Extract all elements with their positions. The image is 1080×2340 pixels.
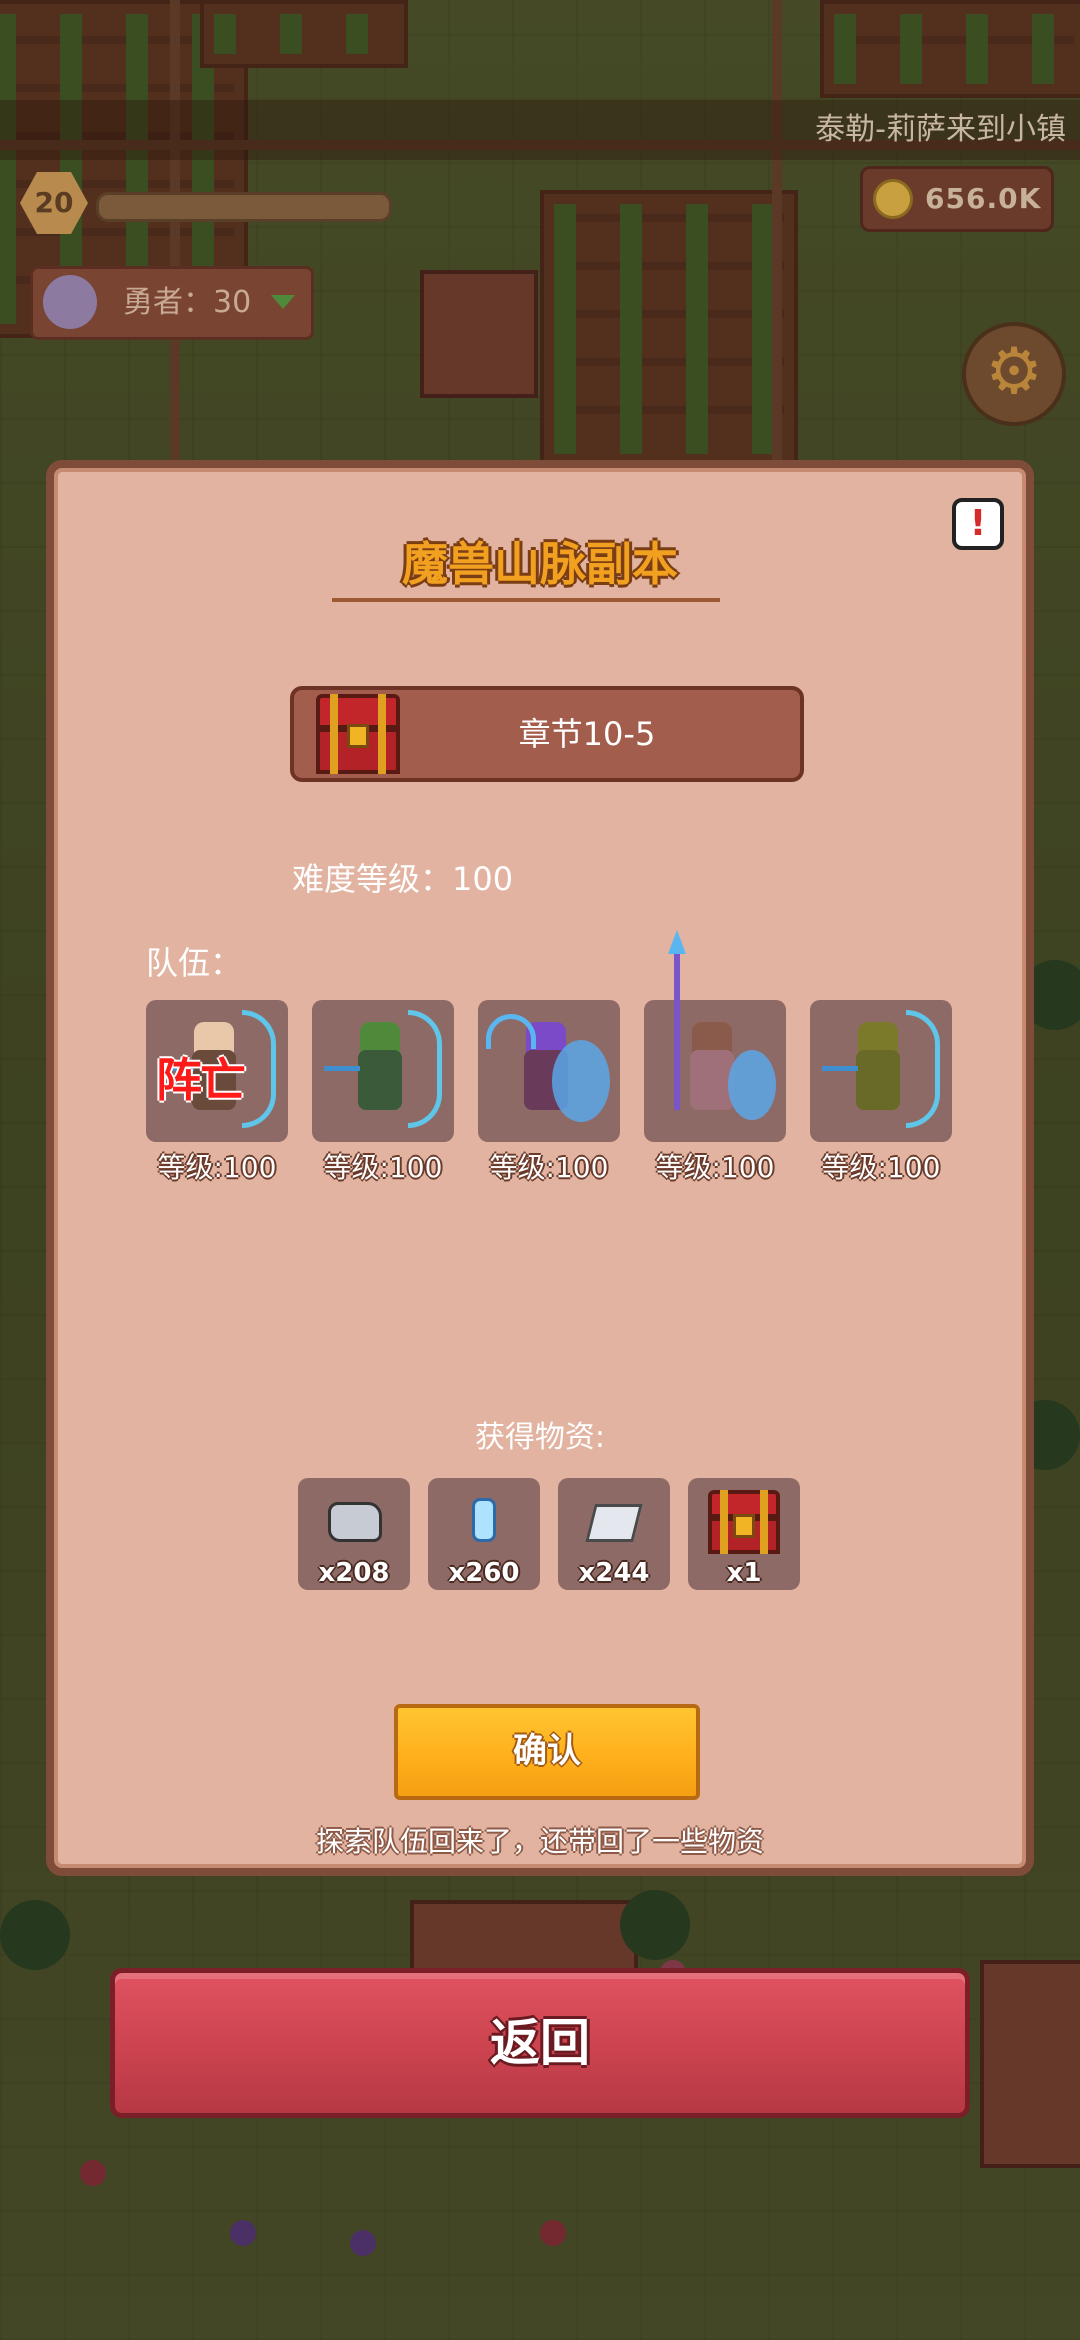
archer-orc-icon [312, 1000, 454, 1142]
team-label: 队伍： [146, 944, 243, 982]
member-level: 等级:100 [655, 1151, 775, 1184]
crystal-icon [472, 1498, 496, 1542]
fallen-status-label: 阵亡 [156, 1053, 246, 1107]
expedition-message: 探索队伍回来了，还带回了一些物资 [315, 1825, 764, 1858]
coin-counter: 656.0K [860, 166, 1054, 232]
difficulty-level: 难度等级：100 [292, 860, 514, 898]
gear-icon: ⚙ [985, 335, 1043, 409]
team-member-1[interactable]: 阵亡 等级:100 [146, 1000, 288, 1186]
spear-shield-warrior-icon [644, 930, 786, 1142]
loot-item-crystal[interactable]: x260 [428, 1478, 540, 1590]
loot-label: 获得物资: [474, 1420, 606, 1455]
ore-icon [328, 1502, 382, 1542]
title-divider [332, 598, 720, 602]
dungeon-result-dialog: 魔兽山脉副本 ! 章节10-5 难度等级：100 队伍： 阵亡 等级:100 等… [46, 460, 1034, 1876]
hero-count-panel[interactable]: 勇者：30 [30, 266, 314, 340]
member-level: 等级:100 [157, 1151, 277, 1184]
hero-count-label: 勇者：30 [123, 285, 252, 320]
alert-icon[interactable]: ! [952, 498, 1004, 550]
chapter-banner: 章节10-5 [290, 686, 804, 782]
news-ticker: 泰勒-莉萨来到小镇 [0, 100, 1080, 160]
archer-bald-icon: 阵亡 [146, 1000, 288, 1142]
experience-bar [96, 192, 392, 222]
member-level: 等级:100 [489, 1151, 609, 1184]
coin-icon [873, 179, 913, 219]
confirm-button[interactable]: 确认 [394, 1704, 700, 1800]
hero-avatar-icon [43, 275, 97, 329]
member-level: 等级:100 [821, 1151, 941, 1184]
chevron-down-icon [271, 295, 295, 309]
loot-item-chest[interactable]: x1 [688, 1478, 800, 1590]
team-member-2[interactable]: 等级:100 [312, 1000, 454, 1186]
team-member-4[interactable]: 等级:100 [644, 930, 786, 1186]
loot-count: x260 [448, 1558, 520, 1588]
ingot-icon [585, 1504, 643, 1542]
coin-amount: 656.0K [925, 182, 1042, 215]
back-button[interactable]: 返回 [110, 1968, 970, 2118]
loot-item-ingot[interactable]: x244 [558, 1478, 670, 1590]
loot-count: x244 [578, 1558, 650, 1588]
team-member-3[interactable]: 等级:100 [478, 1000, 620, 1186]
loot-item-ore[interactable]: x208 [298, 1478, 410, 1590]
dialog-title: 魔兽山脉副本 [402, 537, 678, 591]
scythe-shield-mage-icon [478, 1000, 620, 1142]
hooded-archer-icon [810, 1000, 952, 1142]
member-level: 等级:100 [323, 1151, 443, 1184]
loot-count: x208 [318, 1558, 390, 1588]
loot-count: x1 [726, 1558, 762, 1588]
team-member-5[interactable]: 等级:100 [810, 1000, 952, 1186]
settings-gear-button[interactable]: ⚙ [962, 322, 1066, 426]
chapter-label: 章节10-5 [518, 715, 656, 753]
chest-icon [708, 1490, 780, 1554]
